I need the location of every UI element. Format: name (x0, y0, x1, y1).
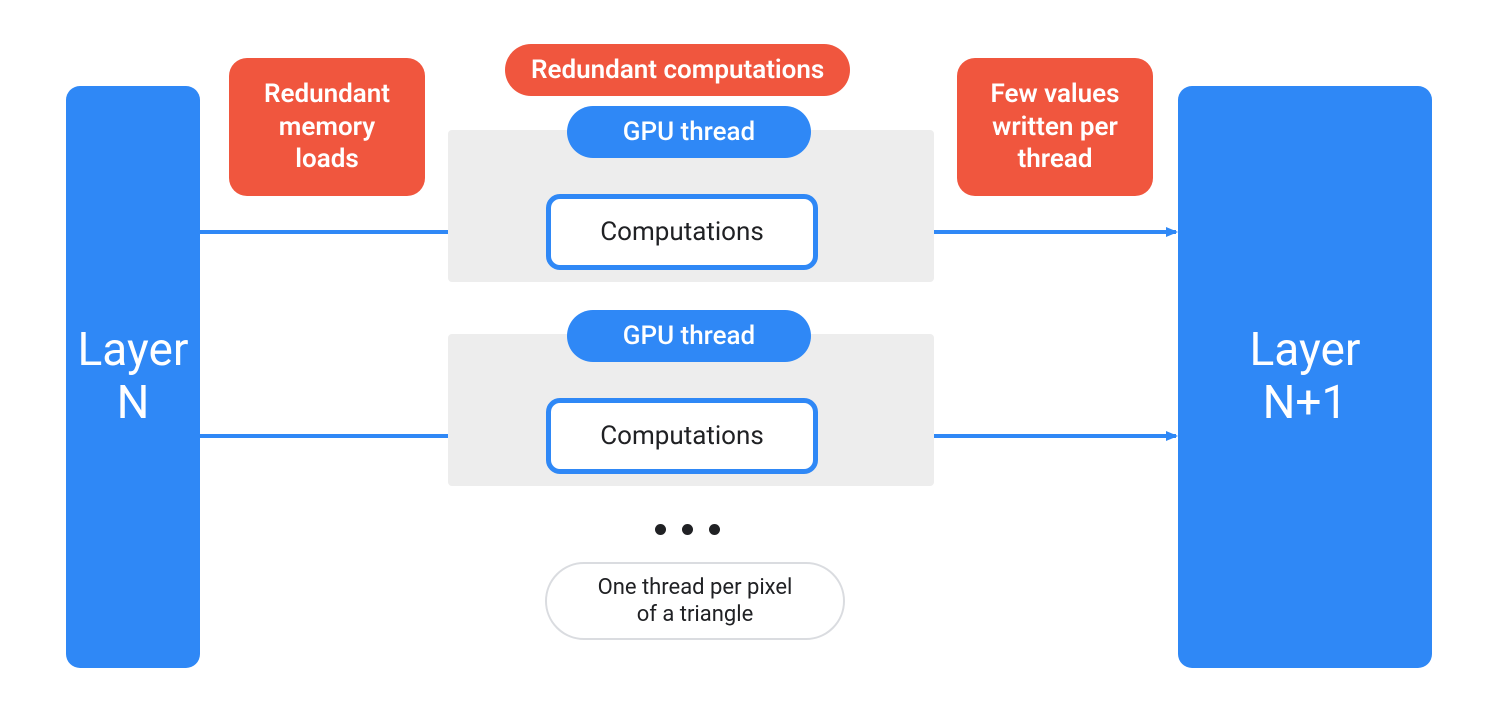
gpu-thread-pill-1: GPU thread (567, 106, 811, 158)
footer-pill-label: One thread per pixel of a triangle (598, 574, 793, 629)
gpu-thread-pill-2: GPU thread (567, 310, 811, 362)
footer-pill: One thread per pixel of a triangle (545, 562, 845, 640)
layer-n-box: Layer N (66, 86, 200, 668)
computations-box-2-label: Computations (600, 421, 764, 451)
layer-n1-box: Layer N+1 (1178, 86, 1432, 668)
computations-box-1: Computations (546, 194, 818, 270)
layer-n1-label: Layer N+1 (1250, 324, 1361, 430)
callout-redundant-memory: Redundant memory loads (229, 58, 425, 196)
callout-redundant-computations: Redundant computations (505, 44, 850, 96)
callout-redundant-computations-label: Redundant computations (531, 55, 824, 85)
computations-box-2: Computations (546, 398, 818, 474)
callout-few-values: Few values written per thread (957, 58, 1153, 196)
computations-box-1-label: Computations (600, 217, 764, 247)
ellipsis-dots (655, 524, 720, 535)
layer-n-label: Layer N (78, 324, 189, 430)
gpu-thread-pill-2-label: GPU thread (623, 321, 755, 351)
diagram-stage: Layer N Layer N+1 Redundant memory loads… (0, 0, 1502, 706)
callout-redundant-memory-label: Redundant memory loads (264, 78, 390, 176)
callout-few-values-label: Few values written per thread (990, 78, 1119, 176)
gpu-thread-pill-1-label: GPU thread (623, 117, 755, 147)
